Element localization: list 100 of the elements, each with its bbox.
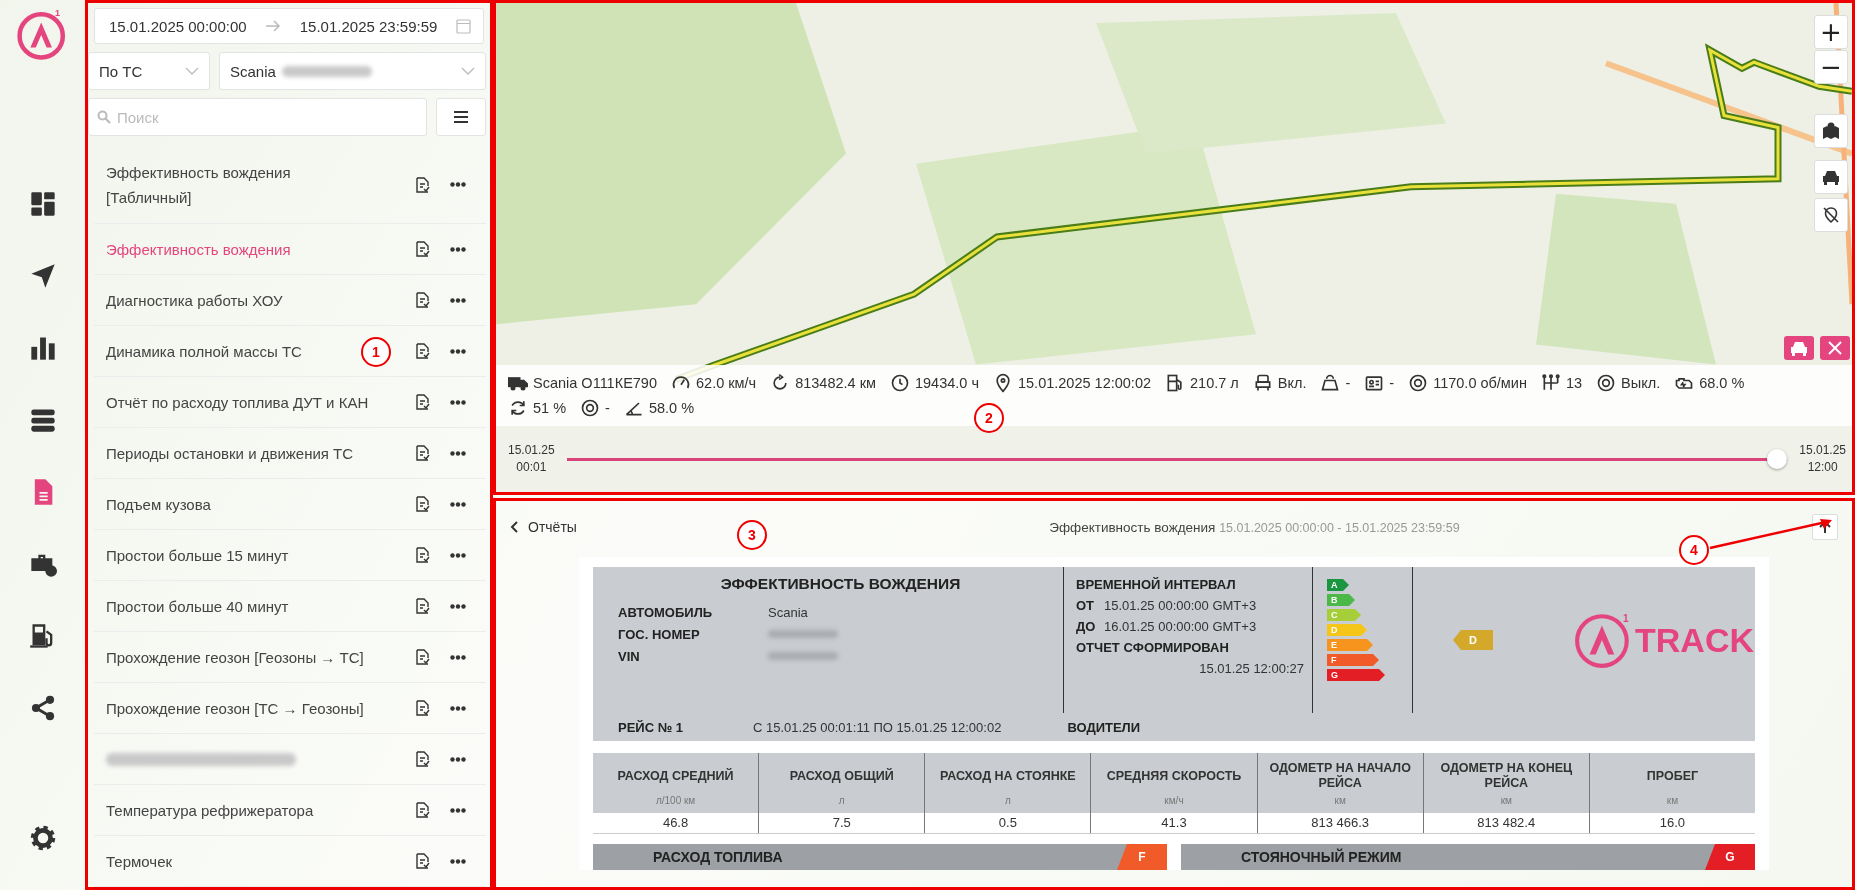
more-icon[interactable] (450, 348, 466, 354)
close-button[interactable] (1820, 336, 1850, 360)
column-unit: км (1423, 795, 1589, 813)
chevron-left-icon (510, 521, 518, 533)
pin-off-button[interactable] (1814, 198, 1848, 232)
info-value: 58.0 % (648, 400, 695, 416)
report-item[interactable]: Отчёт по расходу топлива ДУТ и КАН (106, 389, 369, 415)
slider-handle[interactable] (1767, 449, 1788, 469)
document-check-icon[interactable] (416, 343, 430, 359)
more-icon[interactable] (450, 603, 466, 609)
document-check-icon[interactable] (416, 496, 430, 512)
more-icon[interactable] (450, 858, 466, 864)
back-link[interactable]: Отчёты (510, 519, 577, 535)
menu-button[interactable] (436, 98, 486, 136)
cycle-icon (508, 398, 528, 418)
date-range-field[interactable]: 15.01.2025 00:00:00 15.01.2025 23:59:59 (94, 8, 484, 44)
column-header: РАСХОД НА СТОЯНКЕ (925, 753, 1091, 795)
report-item[interactable]: Динамика полной массы ТС (106, 338, 302, 364)
report-item[interactable]: Подъем кузова (106, 491, 211, 517)
disc-icon (580, 398, 601, 418)
zoom-in-button[interactable]: + (1814, 15, 1848, 49)
timeline-end: 15.01.25 12:00 (1799, 442, 1846, 476)
column-unit: км (1589, 795, 1755, 813)
document-check-icon[interactable] (416, 700, 430, 716)
document-check-icon[interactable] (416, 394, 430, 410)
field-label: РЕЙС № 1 (618, 719, 684, 735)
arrow-right-icon (265, 20, 282, 32)
document-check-icon[interactable] (416, 176, 430, 193)
more-icon[interactable] (450, 654, 466, 660)
document-check-icon[interactable] (416, 445, 430, 461)
column-unit: л (925, 795, 1091, 813)
field-label: АВТОМОБИЛЬ (618, 604, 714, 620)
document-check-icon[interactable] (416, 598, 430, 614)
field-label: VIN (618, 648, 641, 664)
search-icon (97, 110, 111, 124)
more-icon[interactable] (450, 297, 466, 303)
column-header: ОДОМЕТР НА НАЧАЛО РЕЙСА (1257, 753, 1423, 795)
document-check-icon[interactable] (416, 751, 430, 767)
more-icon[interactable] (450, 399, 466, 405)
date-to: 15.01.2025 23:59:59 (299, 17, 438, 35)
logo-mark: 1 (1623, 613, 1629, 624)
field-label: ОТЧЕТ СФОРМИРОВАН (1076, 640, 1230, 655)
column-unit: км (1257, 795, 1423, 813)
chevron-down-icon (461, 67, 475, 75)
logo-mark: 1 (55, 8, 60, 18)
field-label: ОТ (1076, 598, 1094, 613)
field-label: ВРЕМЕННОЙ ИНТЕРВАЛ (1076, 577, 1237, 592)
more-icon[interactable] (450, 501, 466, 507)
document-check-icon[interactable] (416, 853, 430, 869)
report-item[interactable]: Эффективность вождения [Табличный] (106, 159, 306, 210)
document-check-icon[interactable] (416, 649, 430, 665)
report-item[interactable]: Температура рефрижератора (106, 797, 314, 823)
report-item[interactable]: Прохождение геозон [Геозоны → ТС] (106, 644, 364, 670)
date-from: 15.01.2025 00:00:00 (109, 17, 247, 35)
info-value: 813482.4 км (795, 375, 876, 391)
section-header: РАСХОД ТОПЛИВА F (593, 844, 1167, 870)
document-check-icon[interactable] (416, 802, 430, 818)
field-label: ГОС. НОМЕР (618, 626, 701, 642)
field-label: ВОДИТЕЛИ (1067, 719, 1141, 735)
field-value: С 15.01.25 00:01:11 ПО 15.01.25 12:00:02 (753, 719, 1002, 735)
more-icon[interactable] (450, 552, 466, 558)
info-value: 210.7 л (1190, 375, 1239, 391)
info-value: Вкл. (1277, 375, 1307, 391)
search-field[interactable]: Поиск (88, 98, 427, 136)
timeline-start: 15.01.25 00:01 (508, 442, 555, 476)
table-cell-text: 46.8 (661, 814, 690, 832)
map-layers-button[interactable] (1814, 114, 1848, 148)
field-value: Scania (768, 604, 808, 620)
table-cell-text: 813 466.3 (1310, 814, 1371, 832)
more-icon[interactable] (450, 756, 466, 762)
column-header: РАСХОД СРЕДНИЙ (593, 753, 759, 795)
car-button[interactable] (1814, 160, 1848, 194)
document-check-icon[interactable] (416, 292, 430, 308)
report-item[interactable]: Прохождение геозон [ТС → Геозоны] (106, 695, 364, 721)
vehicle-select[interactable]: Scania (219, 52, 486, 90)
report-item[interactable]: Простои больше 15 минут (106, 542, 289, 568)
more-icon[interactable] (450, 182, 466, 187)
report-item[interactable]: Термочек (106, 848, 173, 874)
report-item[interactable]: Диагностика работы ХОУ (106, 287, 283, 313)
zoom-out-button[interactable]: − (1814, 50, 1848, 84)
callout-number: 3 (737, 520, 767, 550)
table-cell-text: 41.3 (1160, 814, 1188, 832)
pin-off-icon (1822, 206, 1840, 224)
more-icon[interactable] (450, 246, 466, 252)
more-icon[interactable] (450, 450, 466, 456)
table-cell-text: 0.5 (997, 814, 1018, 832)
document-check-icon[interactable] (416, 241, 430, 257)
document-check-icon[interactable] (416, 547, 430, 563)
more-icon[interactable] (450, 705, 466, 711)
id-card-icon (1364, 373, 1385, 393)
column-header: СРЕДНЯЯ СКОРОСТЬ (1091, 753, 1257, 795)
calendar-icon (455, 18, 471, 34)
callout-number: 4 (1679, 535, 1709, 565)
report-item[interactable]: Эффективность вождения (106, 236, 291, 262)
column-header: РАСХОД ОБЩИЙ (759, 753, 925, 795)
group-select[interactable]: По ТС (88, 52, 210, 90)
report-item[interactable]: Простои больше 40 минут (106, 593, 289, 619)
report-item[interactable]: Периоды остановки и движения ТС (106, 440, 354, 466)
table-cell-text: 16.0 (1658, 814, 1687, 832)
more-icon[interactable] (450, 807, 466, 813)
